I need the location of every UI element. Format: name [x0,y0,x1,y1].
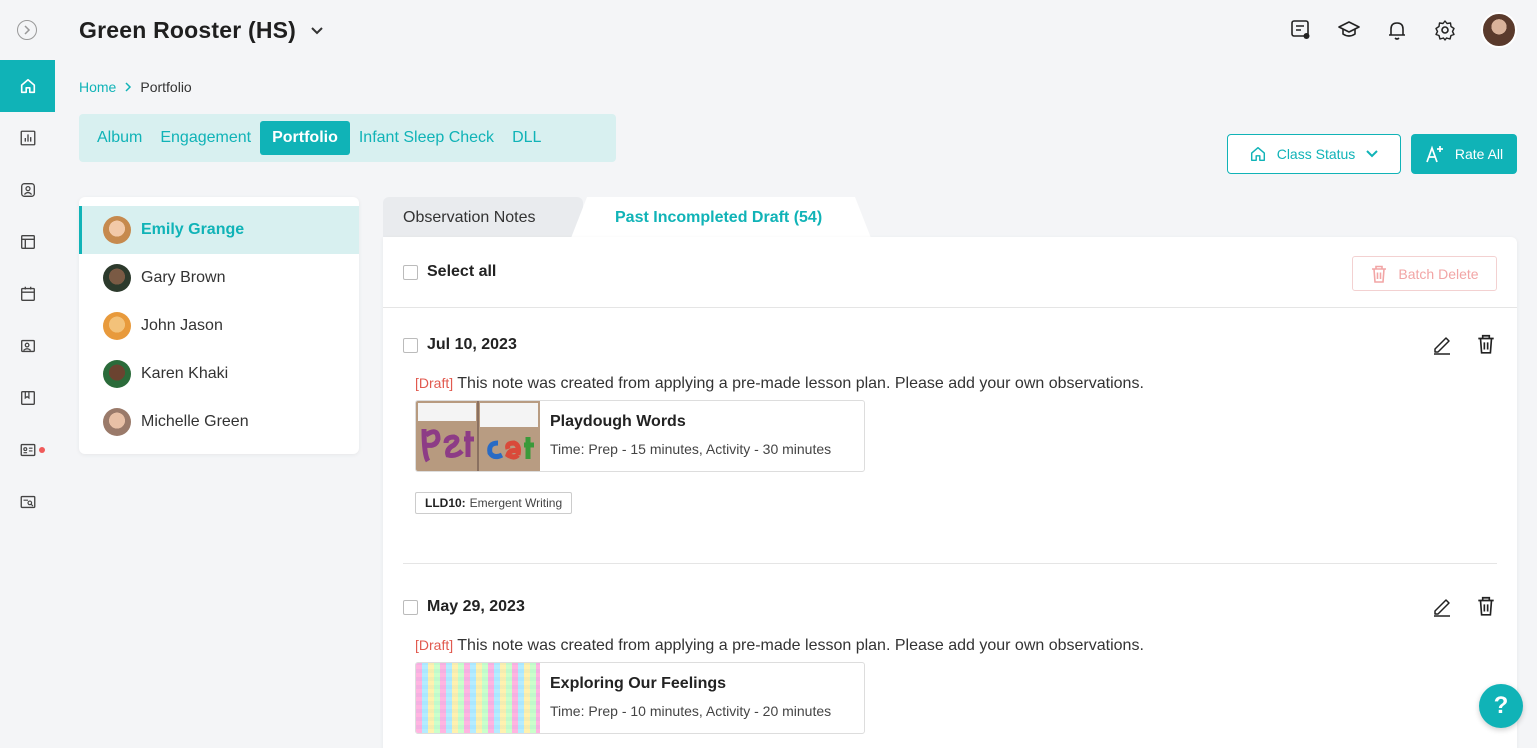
header-toolbar [1289,12,1517,48]
note-checkbox[interactable] [403,337,418,353]
child-item-john-jason[interactable]: John Jason [79,302,359,350]
expand-rail-icon[interactable] [17,20,37,40]
chat-icon[interactable] [1289,18,1313,42]
tab-past-incompleted-draft[interactable]: Past Incompleted Draft (54) [571,197,871,238]
tag-code: LLD10: [425,496,466,510]
draft-tag: [Draft] [415,637,454,653]
lesson-card[interactable]: Playdough Words Time: Prep - 15 minutes,… [415,400,865,472]
note-body: This note was created from applying a pr… [457,637,1144,654]
chevron-right-icon [125,82,132,92]
batch-delete-label: Batch Delete [1398,265,1479,282]
select-all[interactable]: Select all [403,263,496,281]
notification-dot [39,447,45,453]
note-text: [Draft] This note was created from apply… [415,637,1144,655]
lesson-name: Exploring Our Feelings [550,675,727,692]
avatar [103,408,131,436]
lesson-nav-icon[interactable] [0,372,55,424]
chevron-down-icon [1366,150,1379,158]
child-item-emily-grange[interactable]: Emily Grange [79,206,359,254]
panel-header: Select all Batch Delete [383,237,1517,308]
avatar [103,312,131,340]
lesson-time: Time: Prep - 15 minutes, Activity - 30 m… [550,441,832,457]
home-nav-icon[interactable] [0,60,55,112]
child-name: John Jason [141,317,223,334]
rate-all-button[interactable]: Rate All [1411,134,1517,174]
roster-nav-icon[interactable] [0,164,55,216]
note-divider [403,563,1497,564]
playdough-letters-image [418,403,538,463]
draft-tag: [Draft] [415,375,454,391]
reports-nav-icon[interactable] [0,112,55,164]
draft-notes-panel: Select all Batch Delete Jul 10, 2023 [Dr… [383,237,1517,748]
note-text: [Draft] This note was created from apply… [415,375,1144,393]
lesson-card[interactable]: Exploring Our Feelings Time: Prep - 10 m… [415,662,865,734]
rate-plus-icon [1426,145,1443,163]
tab-engagement[interactable]: Engagement [151,121,260,155]
tab-observation-notes[interactable]: Observation Notes [383,197,583,238]
class-status-dropdown[interactable]: Class Status [1227,134,1401,174]
search-records-nav-icon[interactable] [0,476,55,528]
gear-icon[interactable] [1433,18,1457,42]
avatar [103,216,131,244]
domain-tag: LLD10: Emergent Writing [415,492,573,514]
lesson-time: Time: Prep - 10 minutes, Activity - 20 m… [550,703,832,719]
note-checkbox[interactable] [403,599,418,615]
bell-icon[interactable] [1385,18,1409,42]
dashboard-nav-icon[interactable] [0,216,55,268]
side-rail [0,0,55,748]
tab-album[interactable]: Album [88,121,151,155]
graduation-cap-icon[interactable] [1337,18,1361,42]
avatar [103,264,131,292]
breadcrumb-current: Portfolio [140,79,192,95]
rate-all-label: Rate All [1454,146,1504,162]
edit-icon[interactable] [1431,333,1453,355]
avatar [103,360,131,388]
note-body: This note was created from applying a pr… [457,375,1144,392]
breadcrumb: Home Portfolio [79,79,192,95]
help-button[interactable]: ? [1479,684,1523,728]
user-avatar[interactable] [1481,12,1517,48]
child-list: Emily Grange Gary Brown John Jason Karen… [79,197,359,454]
select-all-label: Select all [427,263,497,280]
tag-label: Emergent Writing [469,496,563,510]
child-name: Emily Grange [141,221,245,238]
calendar-nav-icon[interactable] [0,268,55,320]
trash-icon[interactable] [1475,333,1497,355]
lesson-thumbnail [416,401,540,471]
draft-note: May 29, 2023 [Draft] This note was creat… [403,595,1497,734]
lesson-name: Playdough Words [550,413,686,430]
class-title[interactable]: Green Rooster (HS) [79,17,324,44]
child-name: Michelle Green [141,413,249,430]
home-icon [1250,146,1265,162]
trash-icon [1372,265,1387,283]
breadcrumb-home[interactable]: Home [79,79,116,95]
child-item-gary-brown[interactable]: Gary Brown [79,254,359,302]
page-title: Green Rooster (HS) [79,17,297,43]
tab-dll[interactable]: DLL [503,121,550,155]
child-item-michelle-green[interactable]: Michelle Green [79,398,359,446]
class-status-label: Class Status [1276,146,1356,162]
child-name: Karen Khaki [141,365,229,382]
trash-icon[interactable] [1475,595,1497,617]
child-item-karen-khaki[interactable]: Karen Khaki [79,350,359,398]
note-date: May 29, 2023 [427,598,525,615]
child-name: Gary Brown [141,269,226,286]
edit-icon[interactable] [1431,595,1453,617]
portfolio-nav-icon[interactable] [0,320,55,372]
chevron-down-icon [311,26,323,34]
messages-nav-icon[interactable] [0,424,55,476]
tab-infant-sleep-check[interactable]: Infant Sleep Check [350,121,503,155]
section-tabs: Album Engagement Portfolio Infant Sleep … [79,114,616,162]
draft-note: Jul 10, 2023 [Draft] This note was creat… [403,333,1497,514]
batch-delete-button[interactable]: Batch Delete [1352,256,1497,291]
note-date: Jul 10, 2023 [427,336,517,353]
lesson-thumbnail [416,663,540,733]
select-all-checkbox[interactable] [403,264,418,280]
tab-portfolio[interactable]: Portfolio [260,121,350,155]
